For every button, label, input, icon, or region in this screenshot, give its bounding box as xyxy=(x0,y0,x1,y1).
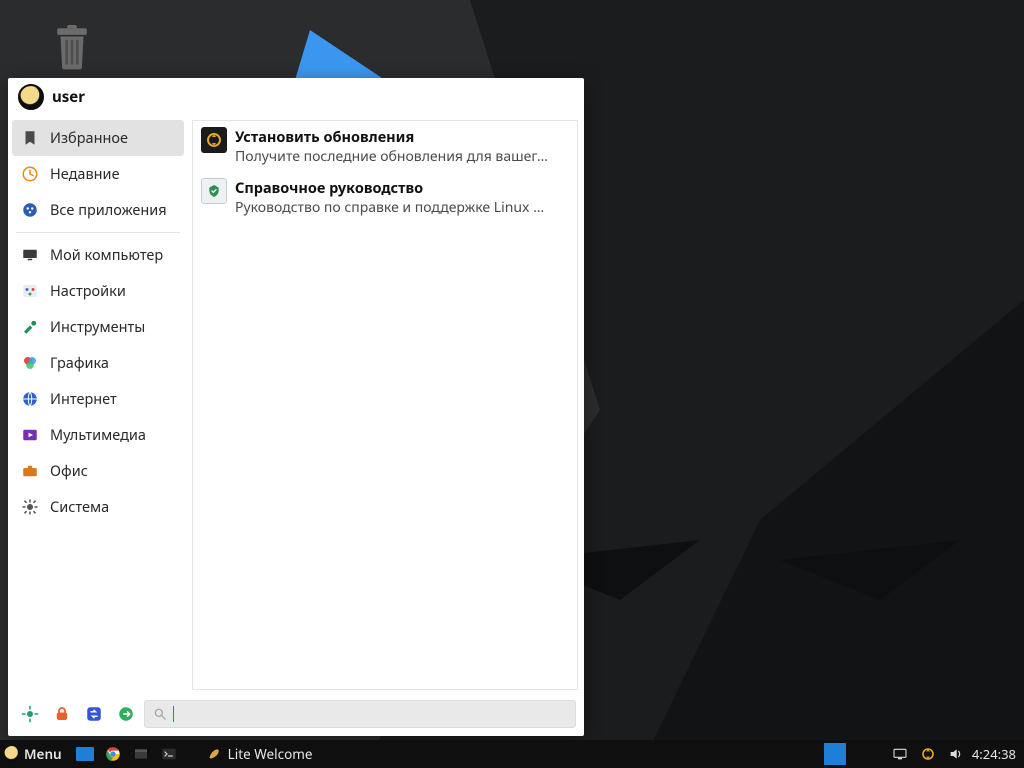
search-field[interactable] xyxy=(144,700,576,728)
sidebar-item-label: Система xyxy=(50,497,109,517)
sidebar-item-label: Все приложения xyxy=(50,200,167,220)
taskbar: Menu xyxy=(0,740,1024,768)
app-title: Справочное руководство xyxy=(235,178,569,198)
globe-icon xyxy=(20,389,40,409)
terminal-icon xyxy=(160,745,178,763)
sidebar-item-label: Недавние xyxy=(50,164,120,184)
chrome-icon xyxy=(104,745,122,763)
app-entry-updates[interactable]: Установить обновления Получите последние… xyxy=(193,121,577,172)
sidebar-item-label: Графика xyxy=(50,353,109,373)
sliders-icon xyxy=(20,281,40,301)
taskbar-window-lite-welcome[interactable]: Lite Welcome xyxy=(194,740,323,768)
sidebar-item-internet[interactable]: Интернет xyxy=(8,381,188,417)
sidebar-item-label: Интернет xyxy=(50,389,117,409)
help-manual-icon xyxy=(201,178,227,204)
taskbar-separator xyxy=(184,740,192,768)
computer-icon xyxy=(20,245,40,265)
briefcase-icon xyxy=(20,461,40,481)
sidebar-item-label: Мультимедиа xyxy=(50,425,146,445)
search-input[interactable] xyxy=(180,705,567,724)
switch-user-button[interactable] xyxy=(80,700,108,728)
start-menu-button[interactable]: Menu xyxy=(0,740,70,768)
trash-icon[interactable] xyxy=(50,22,94,74)
text-caret xyxy=(173,706,174,722)
updates-icon xyxy=(201,127,227,153)
tray-display-icon[interactable] xyxy=(888,740,912,768)
app-entry-help[interactable]: Справочное руководство Руководство по сп… xyxy=(193,172,577,223)
sidebar-item-label: Офис xyxy=(50,461,88,481)
sidebar-item-favorites[interactable]: Избранное xyxy=(12,120,184,156)
show-desktop-button[interactable] xyxy=(72,740,98,768)
sidebar-item-graphics[interactable]: Графика xyxy=(8,345,188,381)
multimedia-icon xyxy=(20,425,40,445)
sidebar-item-office[interactable]: Офис xyxy=(8,453,188,489)
search-icon xyxy=(153,707,167,721)
sidebar-item-label: Инструменты xyxy=(50,317,145,337)
distro-logo-icon xyxy=(4,746,20,762)
bookmark-icon xyxy=(20,128,40,148)
settings-button[interactable] xyxy=(16,700,44,728)
sidebar-item-tools[interactable]: Инструменты xyxy=(8,309,188,345)
taskbar-clock[interactable]: 4:24:38 xyxy=(972,745,1016,763)
tools-icon xyxy=(20,317,40,337)
launcher-terminal[interactable] xyxy=(156,740,182,768)
app-description: Получите последние обновления для вашег… xyxy=(235,147,569,166)
clock-icon xyxy=(20,164,40,184)
menu-sidebar: Избранное Недавние Все приложения xyxy=(8,116,188,694)
menu-header: user xyxy=(8,78,584,116)
tray-updates-icon[interactable] xyxy=(916,740,940,768)
apps-icon xyxy=(20,200,40,220)
tray-volume-icon[interactable] xyxy=(944,740,968,768)
file-manager-icon xyxy=(132,745,150,763)
user-avatar[interactable] xyxy=(18,84,44,110)
desktop-rect-icon xyxy=(76,747,94,761)
graphics-icon xyxy=(20,353,40,373)
sidebar-item-settings[interactable]: Настройки xyxy=(8,273,188,309)
menu-content: Установить обновления Получите последние… xyxy=(192,120,578,690)
workspace-indicator[interactable] xyxy=(824,743,846,765)
logout-button[interactable] xyxy=(112,700,140,728)
sidebar-divider xyxy=(16,232,180,233)
sidebar-item-computer[interactable]: Мой компьютер xyxy=(8,237,188,273)
application-menu: user Избранное Недавние xyxy=(8,78,584,736)
sidebar-item-label: Избранное xyxy=(50,128,128,148)
app-title: Установить обновления xyxy=(235,127,569,147)
gear-icon xyxy=(20,497,40,517)
sidebar-item-label: Настройки xyxy=(50,281,126,301)
launcher-files[interactable] xyxy=(128,740,154,768)
sidebar-item-all-apps[interactable]: Все приложения xyxy=(8,192,188,228)
feather-icon xyxy=(204,745,222,763)
sidebar-item-label: Мой компьютер xyxy=(50,245,163,265)
sidebar-item-multimedia[interactable]: Мультимедиа xyxy=(8,417,188,453)
sidebar-item-system[interactable]: Система xyxy=(8,489,188,525)
sidebar-item-recent[interactable]: Недавние xyxy=(8,156,188,192)
taskbar-window-title: Lite Welcome xyxy=(228,745,313,763)
desktop: user Избранное Недавние xyxy=(0,0,1024,768)
menu-footer xyxy=(8,694,584,736)
lock-button[interactable] xyxy=(48,700,76,728)
menu-button-label: Menu xyxy=(24,745,62,763)
app-description: Руководство по справке и поддержке Linux… xyxy=(235,198,569,217)
username-label: user xyxy=(52,87,85,107)
launcher-chrome[interactable] xyxy=(100,740,126,768)
